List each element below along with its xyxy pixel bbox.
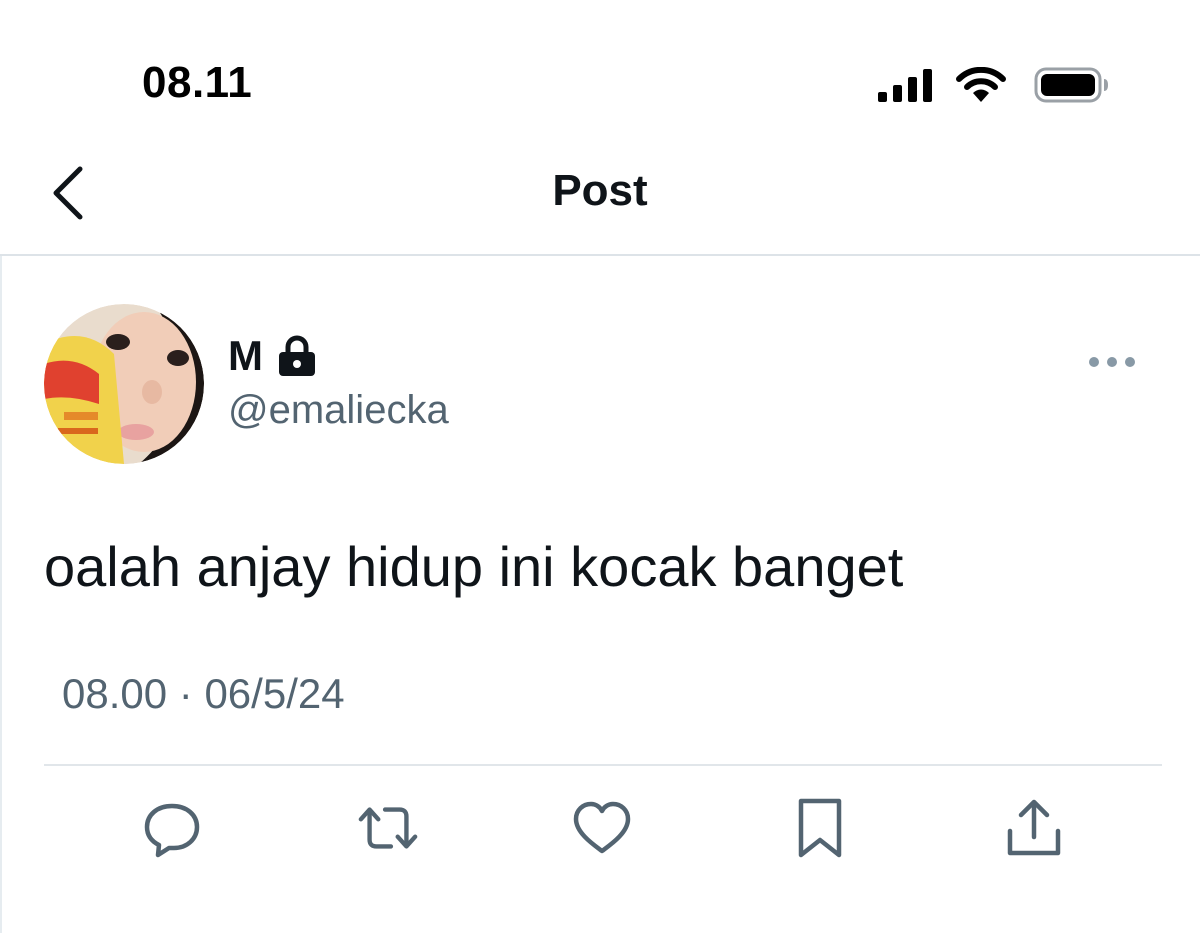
- reply-button[interactable]: [140, 796, 204, 860]
- content-left-border: [0, 256, 2, 933]
- bookmark-icon: [798, 798, 842, 858]
- avatar[interactable]: [44, 304, 204, 464]
- reply-icon: [144, 803, 200, 858]
- share-icon: [1007, 799, 1061, 856]
- status-time: 08.11: [142, 58, 253, 107]
- tweet-time: 08.00: [62, 670, 168, 717]
- action-divider: [44, 764, 1162, 766]
- cellular-signal-icon: [878, 69, 932, 102]
- repost-button[interactable]: [356, 796, 420, 860]
- like-button[interactable]: [570, 796, 634, 860]
- post-header: Post: [0, 128, 1200, 254]
- repost-icon: [358, 807, 418, 849]
- tweet-timestamp: 08.00 · 06/5/24: [62, 670, 345, 718]
- tweet-date: 06/5/24: [204, 670, 345, 717]
- heart-icon: [573, 801, 631, 854]
- avatar-photo: [44, 304, 204, 464]
- tweet-text: oalah anjay hidup ini kocak banget: [44, 535, 904, 598]
- post-detail-screen: 08.11 Post M @emaliecka oalah anjay hidu…: [0, 0, 1200, 933]
- status-icons: [876, 64, 1110, 106]
- author-handle[interactable]: @emaliecka: [228, 388, 449, 433]
- author-name-row[interactable]: M: [228, 332, 317, 380]
- meta-separator: ·: [178, 670, 193, 717]
- more-dots-icon: [1089, 357, 1135, 367]
- battery-icon: [1034, 67, 1108, 103]
- wifi-icon: [956, 67, 1006, 102]
- more-options-button[interactable]: [1084, 344, 1140, 380]
- page-title: Post: [552, 166, 648, 215]
- lock-icon: [279, 335, 315, 376]
- header-divider: [0, 254, 1200, 256]
- author-display-name[interactable]: M: [228, 332, 263, 380]
- share-button[interactable]: [1002, 796, 1066, 860]
- bookmark-button[interactable]: [788, 796, 852, 860]
